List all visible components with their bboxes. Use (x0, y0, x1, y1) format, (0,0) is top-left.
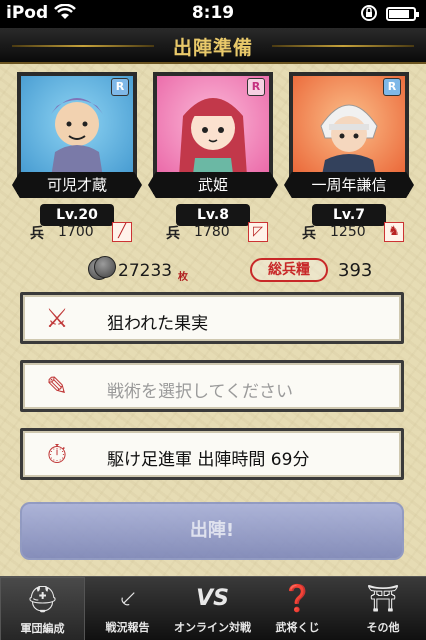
general-name: 可児才蔵 (12, 172, 142, 198)
status-bar: iPod 8:19 (0, 0, 426, 28)
spear-weapon-icon: ╱ (112, 222, 132, 242)
battery-fill (389, 10, 410, 18)
sortie-button[interactable]: 出陣! (20, 502, 404, 560)
general-stats: 兵 1780 ◸ (148, 222, 278, 243)
question-icon: ❓ (281, 584, 314, 614)
tab-army-formation[interactable]: ⛑ 軍団編成 (0, 577, 85, 640)
rarity-badge: R (383, 78, 401, 96)
tab-label: 武将くじ (275, 621, 320, 634)
troop-icon: 兵 (30, 226, 44, 242)
target-select-row[interactable]: ⚔ 狙われた果実 (20, 292, 404, 344)
general-card[interactable]: R 武姫 Lv.8 (148, 72, 278, 226)
coin-count: 27233 (118, 261, 173, 281)
tab-general-lottery[interactable]: ❓ 武将くじ (255, 577, 340, 640)
troop-count: 1700 (58, 224, 94, 240)
general-name: 一周年謙信 (284, 172, 414, 198)
main-panel: R 可児才蔵 Lv.20 兵 1700 ╱ R 武姫 Lv.8 兵 1780 ◸… (0, 64, 426, 576)
troop-count: 1780 (194, 224, 230, 240)
stopwatch-icon: ⏱ (46, 440, 68, 470)
rarity-badge: R (111, 78, 129, 96)
scroll-icon: ✎ (46, 372, 68, 402)
tab-label: その他 (366, 621, 400, 634)
march-select-row[interactable]: ⏱ 駆け足進軍 出陣時間 69分 (20, 428, 404, 480)
tab-label: 軍団編成 (20, 622, 65, 635)
tab-label: 戦況報告 (105, 621, 150, 634)
battery-icon (386, 7, 419, 21)
total-provisions-value: 393 (338, 260, 373, 281)
tab-label: オンライン対戦 (174, 621, 251, 634)
helmet-icon: ⛑ (25, 585, 59, 615)
tab-online-battle[interactable]: VS オンライン対戦 (170, 577, 255, 640)
total-provisions-label: 総兵糧 (250, 258, 328, 282)
tab-battle-report[interactable]: ⸔ 戦況報告 (85, 577, 170, 640)
tactic-select-row[interactable]: ✎ 戦術を選択してください (20, 360, 404, 412)
title-bar: 出陣準備 (0, 28, 426, 64)
general-name: 武姫 (148, 172, 278, 198)
vs-icon: VS (196, 586, 229, 611)
page-title: 出陣準備 (172, 37, 253, 59)
coin-stack-icon (88, 256, 118, 282)
tab-other[interactable]: ⛩ その他 (340, 577, 426, 640)
rotation-lock-icon (360, 4, 378, 27)
target-label: 狙われた果実 (107, 314, 209, 334)
general-card[interactable]: R 一周年謙信 Lv.7 (284, 72, 414, 226)
troop-count: 1250 (330, 224, 366, 240)
horse-cavalry-icon: ♞ (384, 222, 404, 242)
troop-icon: 兵 (302, 226, 316, 242)
general-card[interactable]: R 可児才蔵 Lv.20 (12, 72, 142, 226)
coin-unit: 枚 (178, 272, 188, 283)
rarity-badge: R (247, 78, 265, 96)
march-label: 駆け足進軍 出陣時間 69分 (107, 450, 310, 470)
tactic-placeholder: 戦術を選択してください (107, 382, 293, 402)
tab-bar: ⛑ 軍団編成 ⸔ 戦況報告 VS オンライン対戦 ❓ 武将くじ ⛩ その他 (0, 576, 426, 640)
general-stats: 兵 1700 ╱ (12, 222, 142, 243)
crossed-swords-icon: ⚔ (45, 304, 69, 334)
gate-icon: ⛩ (366, 584, 400, 614)
troop-icon: 兵 (166, 226, 180, 242)
general-stats: 兵 1250 ♞ (284, 222, 414, 243)
bow-weapon-icon: ◸ (248, 222, 268, 242)
spear-icon: ⸔ (117, 584, 138, 614)
